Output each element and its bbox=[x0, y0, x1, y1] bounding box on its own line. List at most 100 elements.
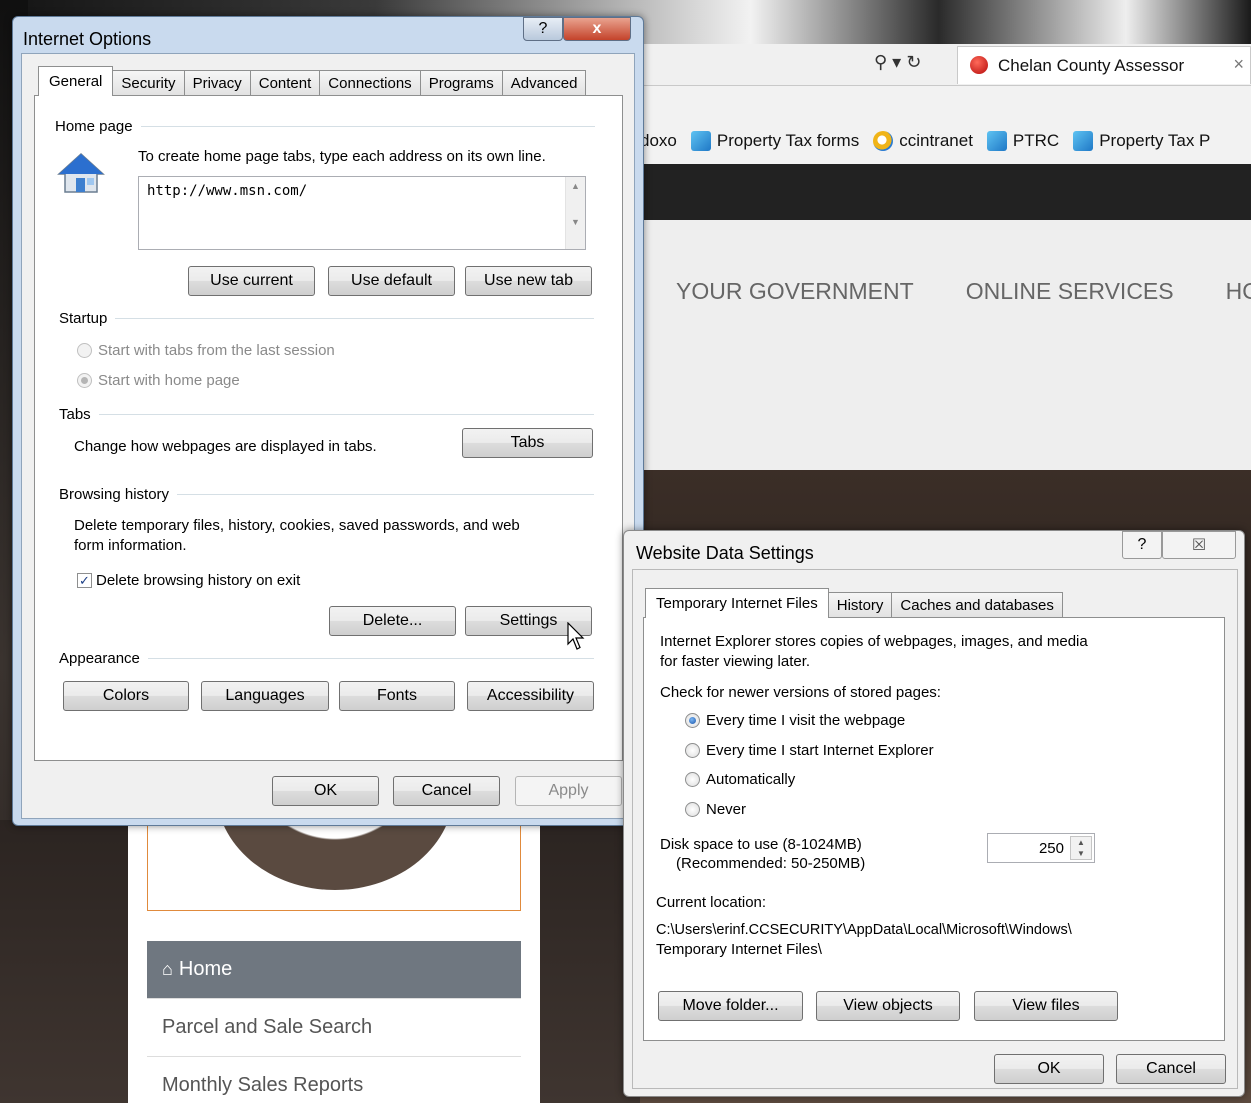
help-icon: ? bbox=[1137, 536, 1147, 553]
browser-tab[interactable]: Chelan County Assessor × bbox=[957, 46, 1251, 84]
close-button[interactable]: ☒ bbox=[1162, 531, 1236, 559]
use-current-button[interactable]: Use current bbox=[188, 266, 315, 296]
startup-section: Startup bbox=[59, 310, 594, 327]
disk-space-recommended: (Recommended: 50-250MB) bbox=[676, 855, 866, 872]
favorite-label: Property Tax P bbox=[1099, 131, 1211, 150]
accessibility-button[interactable]: Accessibility bbox=[467, 681, 594, 711]
favorite-property-tax-p[interactable]: Property Tax P bbox=[1073, 131, 1210, 151]
side-nav-monthly-sales[interactable]: Monthly Sales Reports bbox=[147, 1057, 521, 1103]
radio-label: Every time I visit the webpage bbox=[706, 712, 906, 729]
radio-label: Automatically bbox=[706, 771, 796, 788]
favorite-doxo[interactable]: doxo bbox=[640, 131, 677, 151]
stepper-arrows-icon[interactable]: ▲ ▼ bbox=[1070, 836, 1092, 860]
help-button[interactable]: ? bbox=[523, 17, 563, 41]
colors-button[interactable]: Colors bbox=[63, 681, 189, 711]
home-page-url-textarea[interactable]: http://www.msn.com/ ▲ ▼ bbox=[138, 176, 586, 250]
divider bbox=[177, 494, 594, 495]
tab-caches-and-databases[interactable]: Caches and databases bbox=[891, 592, 1063, 618]
current-location-path-2: Temporary Internet Files\ bbox=[656, 941, 822, 958]
side-nav-label: Home bbox=[178, 958, 233, 980]
dialog-title: Internet Options bbox=[23, 29, 152, 49]
tabs-description: Change how webpages are displayed in tab… bbox=[74, 438, 377, 455]
help-button[interactable]: ? bbox=[1122, 531, 1162, 559]
apply-button[interactable]: Apply bbox=[515, 776, 622, 806]
cancel-button[interactable]: Cancel bbox=[1116, 1054, 1226, 1084]
side-nav-label: Parcel and Sale Search bbox=[162, 1016, 373, 1038]
home-page-section: Home page bbox=[55, 118, 595, 135]
radio-button bbox=[77, 373, 92, 388]
tab-content[interactable]: Content bbox=[249, 70, 321, 96]
tab-security[interactable]: Security bbox=[112, 70, 185, 96]
startup-home-page-radio[interactable]: Start with home page bbox=[77, 372, 240, 389]
tab-connections[interactable]: Connections bbox=[319, 70, 421, 96]
ok-button[interactable]: OK bbox=[272, 776, 379, 806]
every-start-radio[interactable]: Every time I start Internet Explorer bbox=[685, 742, 934, 759]
section-heading: Browsing history bbox=[59, 486, 170, 503]
nav-your-government[interactable]: YOUR GOVERNMENT bbox=[676, 278, 914, 305]
temporary-files-panel: Internet Explorer stores copies of webpa… bbox=[643, 617, 1225, 1041]
side-nav: ⌂ Home Parcel and Sale Search Monthly Sal… bbox=[147, 941, 521, 1103]
link-icon bbox=[1073, 131, 1094, 151]
checkbox-label: Delete browsing history on exit bbox=[96, 572, 301, 589]
section-heading: Tabs bbox=[59, 406, 91, 423]
automatically-radio[interactable]: Automatically bbox=[685, 771, 795, 788]
disk-space-stepper[interactable]: 250 ▲ ▼ bbox=[987, 833, 1095, 863]
radio-button bbox=[685, 772, 700, 787]
tab-history[interactable]: History bbox=[827, 592, 893, 618]
move-folder-button[interactable]: Move folder... bbox=[658, 991, 803, 1021]
favorite-ccintranet[interactable]: ccintranet bbox=[873, 131, 973, 151]
fonts-button[interactable]: Fonts bbox=[339, 681, 455, 711]
favorite-property-tax-forms[interactable]: Property Tax forms bbox=[690, 131, 859, 151]
tab-temporary-internet-files[interactable]: Temporary Internet Files bbox=[645, 588, 829, 618]
tab-programs[interactable]: Programs bbox=[419, 70, 503, 96]
textarea-scrollbar[interactable]: ▲ ▼ bbox=[565, 177, 585, 249]
ok-button[interactable]: OK bbox=[994, 1054, 1104, 1084]
radio-button bbox=[77, 343, 92, 358]
delete-on-exit-checkbox[interactable]: ✓ Delete browsing history on exit bbox=[77, 572, 300, 589]
tab-general[interactable]: General bbox=[38, 66, 114, 96]
nav-ho[interactable]: HO bbox=[1226, 278, 1251, 305]
favorite-label: PTRC bbox=[1012, 131, 1060, 150]
search-refresh-controls[interactable]: ⚲ ▾ ↻ bbox=[874, 52, 921, 73]
side-nav-parcel-search[interactable]: Parcel and Sale Search bbox=[147, 999, 521, 1057]
house-icon bbox=[57, 152, 105, 193]
nav-online-services[interactable]: ONLINE SERVICES bbox=[966, 278, 1174, 305]
doxo-label: doxo bbox=[640, 131, 677, 150]
never-radio[interactable]: Never bbox=[685, 801, 746, 818]
section-heading: Appearance bbox=[59, 650, 140, 667]
close-icon: x bbox=[592, 20, 602, 37]
side-nav-label: Monthly Sales Reports bbox=[162, 1074, 364, 1096]
favorite-ptrc[interactable]: PTRC bbox=[986, 131, 1060, 151]
side-nav-home[interactable]: ⌂ Home bbox=[147, 941, 521, 999]
tab-strip: General Security Privacy Content Connect… bbox=[38, 64, 587, 96]
tab-privacy[interactable]: Privacy bbox=[183, 70, 251, 96]
view-files-button[interactable]: View files bbox=[974, 991, 1118, 1021]
appearance-section: Appearance bbox=[59, 650, 594, 667]
cancel-button[interactable]: Cancel bbox=[393, 776, 500, 806]
startup-last-session-radio[interactable]: Start with tabs from the last session bbox=[77, 342, 335, 359]
radio-button bbox=[685, 743, 700, 758]
dialog-title: Website Data Settings bbox=[636, 543, 814, 563]
temp-files-desc-2: for faster viewing later. bbox=[660, 653, 811, 670]
tabs-button[interactable]: Tabs bbox=[462, 428, 593, 458]
use-new-tab-button[interactable]: Use new tab bbox=[465, 266, 592, 296]
home-page-instruction: To create home page tabs, type each addr… bbox=[138, 148, 546, 165]
radio-label: Every time I start Internet Explorer bbox=[706, 742, 934, 759]
divider bbox=[140, 126, 595, 127]
delete-button[interactable]: Delete... bbox=[329, 606, 456, 636]
website-data-settings-dialog: Website Data Settings ? ☒ Temporary Inte… bbox=[623, 530, 1245, 1097]
site-main-nav: YOUR GOVERNMENT ONLINE SERVICES HO bbox=[676, 278, 1251, 305]
home-page-url-value: http://www.msn.com/ bbox=[147, 183, 308, 199]
close-button[interactable]: x bbox=[563, 17, 631, 41]
tabs-section: Tabs bbox=[59, 406, 594, 423]
mouse-cursor-icon bbox=[567, 622, 585, 650]
use-default-button[interactable]: Use default bbox=[328, 266, 455, 296]
radio-label: Never bbox=[706, 801, 747, 818]
tab-advanced[interactable]: Advanced bbox=[501, 70, 587, 96]
tab-strip: Temporary Internet Files History Caches … bbox=[645, 586, 1063, 618]
languages-button[interactable]: Languages bbox=[201, 681, 329, 711]
every-visit-radio[interactable]: Every time I visit the webpage bbox=[685, 712, 905, 729]
tab-close-icon[interactable]: × bbox=[1233, 54, 1244, 75]
home-icon: ⌂ bbox=[162, 959, 173, 979]
view-objects-button[interactable]: View objects bbox=[816, 991, 960, 1021]
